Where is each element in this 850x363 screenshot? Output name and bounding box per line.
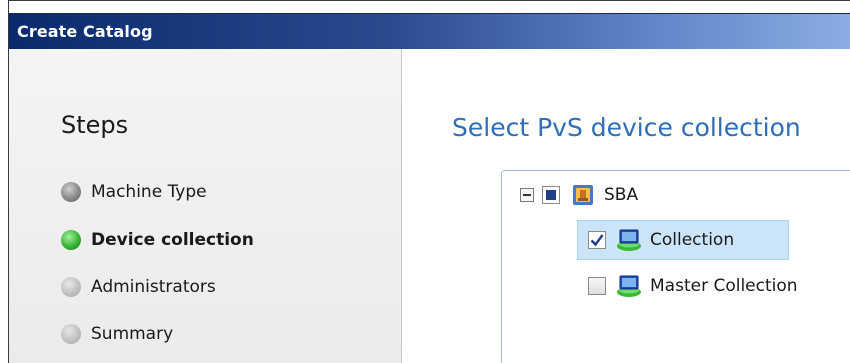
collection-checkbox[interactable] (588, 231, 606, 249)
step-label: Device collection (91, 230, 254, 250)
step-label: Machine Type (91, 182, 207, 202)
page-heading: Select PvS device collection (452, 113, 801, 142)
sba-checkbox[interactable] (542, 186, 560, 204)
steps-title: Steps (61, 111, 129, 139)
step-status-light-icon (61, 324, 81, 344)
tree-node-label: Master Collection (650, 276, 798, 296)
tree-node-label: SBA (604, 185, 639, 205)
step-label: Administrators (91, 277, 216, 297)
tree-node-collection[interactable]: Collection (588, 226, 734, 254)
tree-node-master-collection[interactable]: Master Collection (588, 272, 798, 300)
step-administrators: Administrators (61, 277, 216, 297)
device-collection-icon (617, 275, 641, 297)
steps-sidebar: Steps Machine Type Device collection Adm… (9, 49, 402, 363)
step-machine-type: Machine Type (61, 182, 207, 202)
step-label: Summary (91, 324, 174, 344)
collapse-icon[interactable] (520, 188, 534, 202)
tree-node-label: Collection (650, 230, 735, 250)
step-status-green-icon (61, 230, 81, 250)
checkmark-icon (590, 234, 604, 247)
site-icon (573, 185, 593, 205)
step-device-collection: Device collection (61, 230, 254, 250)
window-title: Create Catalog (17, 22, 153, 41)
create-catalog-window: Create Catalog Steps Machine Type Device… (8, 0, 850, 363)
device-collection-icon (617, 229, 641, 251)
title-bar[interactable]: Create Catalog (9, 13, 850, 49)
tree-node-sba[interactable]: SBA (520, 181, 638, 209)
main-panel: Select PvS device collection SBA Collect… (403, 49, 850, 363)
collection-tree[interactable]: SBA Collection Master Collection (501, 170, 850, 363)
step-status-gray-icon (61, 182, 81, 202)
master-collection-checkbox[interactable] (588, 277, 606, 295)
step-status-light-icon (61, 277, 81, 297)
step-summary: Summary (61, 324, 173, 344)
